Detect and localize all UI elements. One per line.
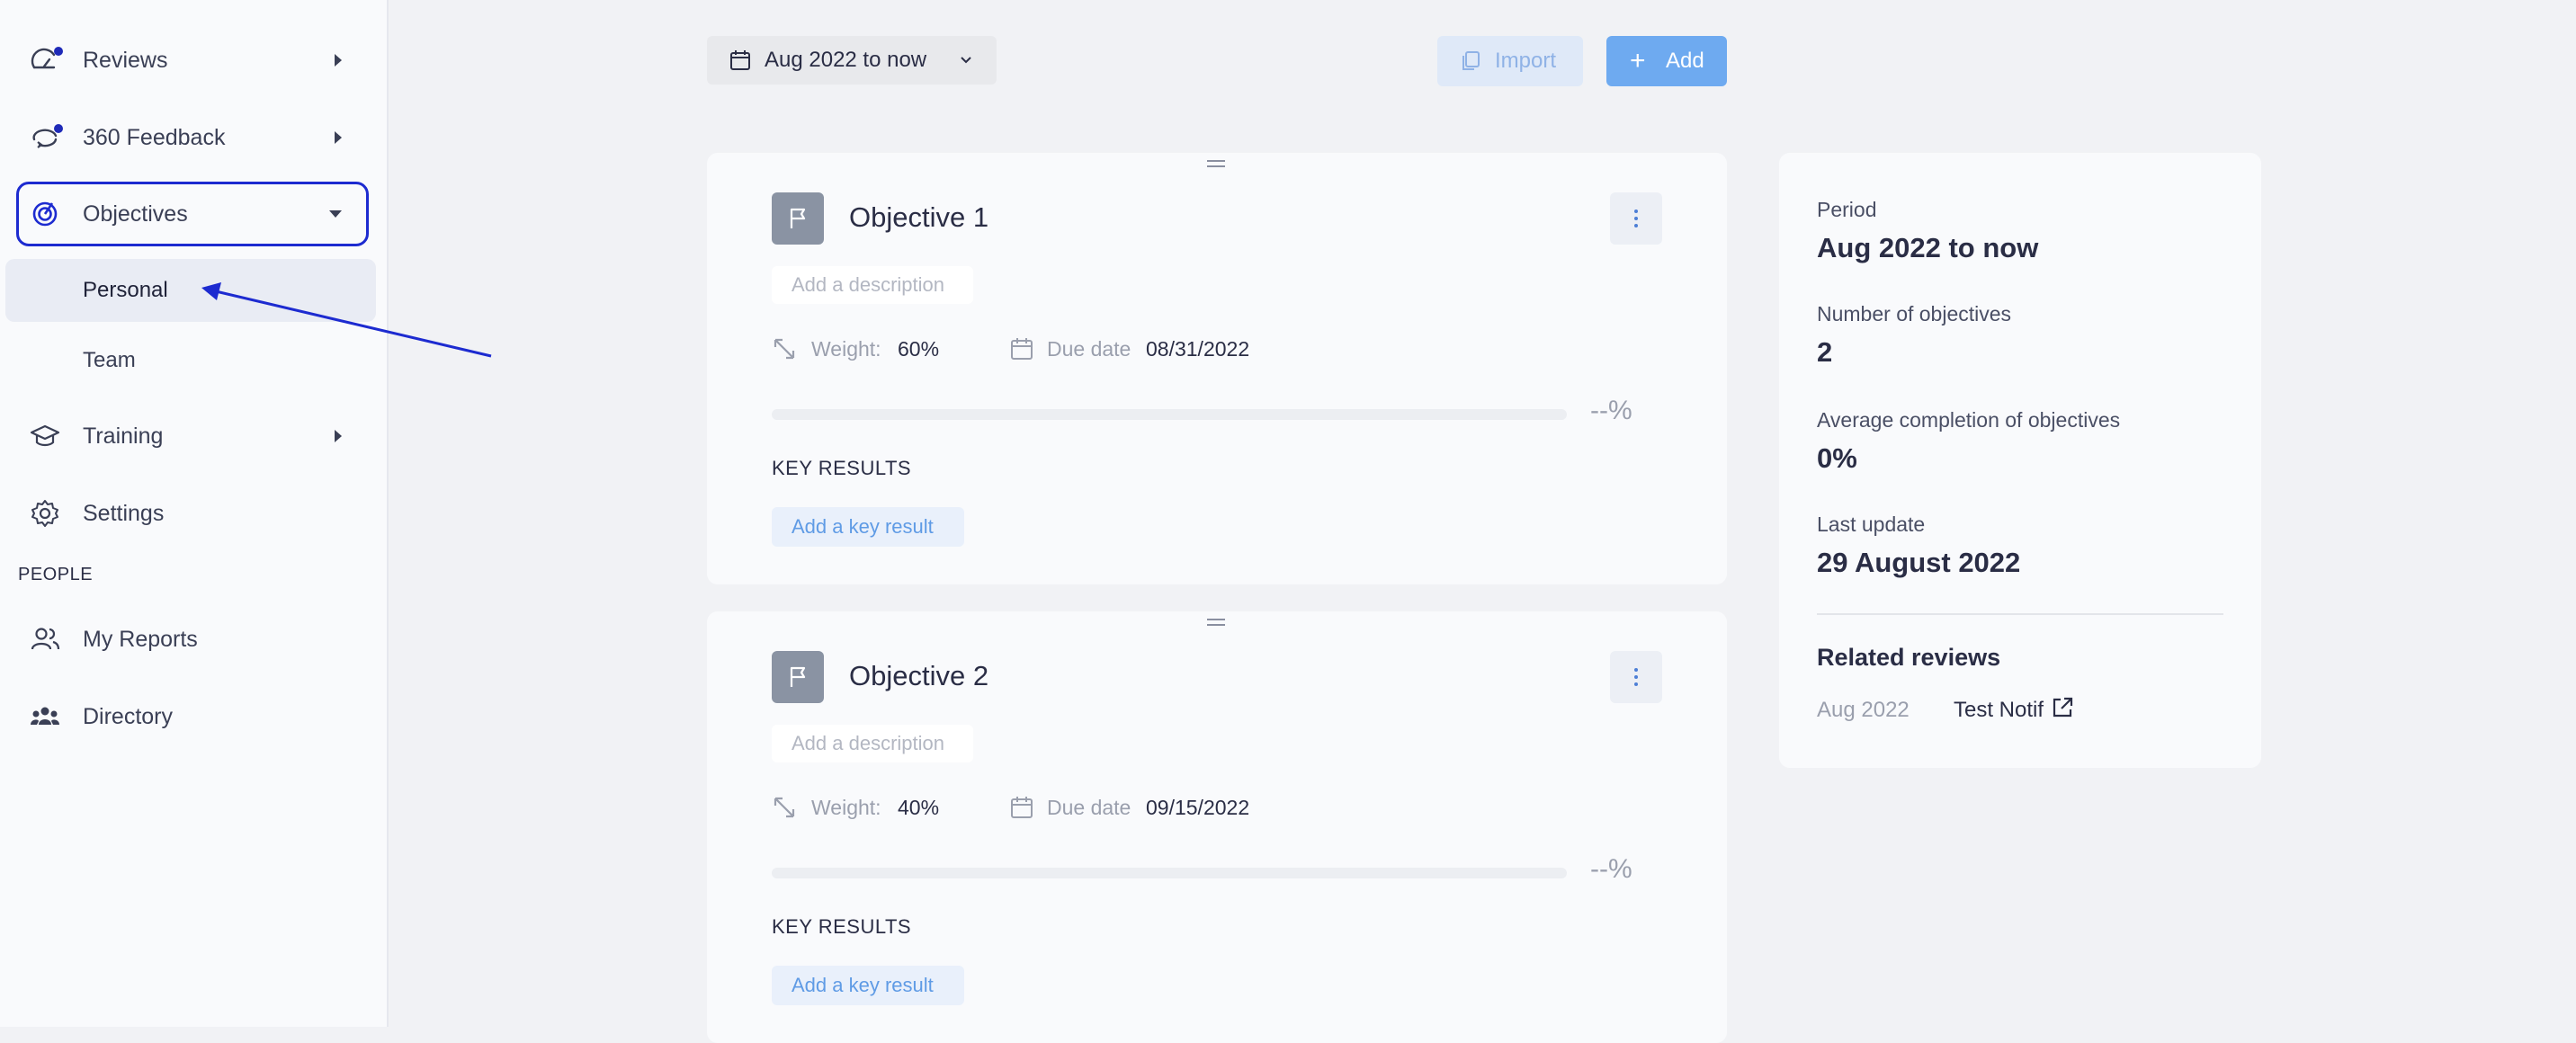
calendar-icon xyxy=(1011,797,1033,818)
gear-icon xyxy=(31,500,58,527)
sidebar-item-label: Training xyxy=(83,423,164,449)
kebab-dot xyxy=(1634,668,1638,672)
last-update-label: Last update xyxy=(1817,513,1926,536)
sidebar-item-label: Settings xyxy=(83,500,165,526)
period-label: Period xyxy=(1817,198,1877,221)
sidebar-item-label: My Reports xyxy=(83,626,198,652)
plus-icon: + xyxy=(1630,46,1646,76)
weight-label: Weight: xyxy=(811,337,881,361)
due-date-label: Due date xyxy=(1047,796,1131,819)
more-options-button[interactable] xyxy=(1610,651,1662,703)
kebab-dot xyxy=(1634,675,1638,679)
flag-icon xyxy=(790,666,806,687)
add-key-result-label: Add a key result xyxy=(792,515,934,538)
kebab-dot xyxy=(1634,224,1638,227)
sidebar-item-settings[interactable]: Settings xyxy=(16,484,369,543)
sidebar-item-training[interactable]: Training xyxy=(16,406,369,466)
external-link-icon[interactable] xyxy=(2051,696,2074,719)
sidebar-subitem-personal[interactable]: Personal xyxy=(5,259,376,322)
related-review-date: Aug 2022 xyxy=(1817,698,1910,722)
objective-title[interactable]: Objective 2 xyxy=(849,660,988,692)
sidebar-subitem-team[interactable]: Team xyxy=(5,329,376,392)
target-icon xyxy=(32,201,58,227)
calendar-icon xyxy=(730,50,750,70)
copy-icon xyxy=(1462,51,1480,70)
related-review-link[interactable]: Test Notif xyxy=(1954,698,2044,723)
users-icon xyxy=(31,628,60,650)
progress-bar xyxy=(772,868,1567,878)
caret-right-icon xyxy=(335,54,342,67)
key-results-heading: KEY RESULTS xyxy=(772,915,912,938)
kebab-dot xyxy=(1634,209,1638,213)
due-date-value[interactable]: 09/15/2022 xyxy=(1146,796,1249,820)
due-date-value[interactable]: 08/31/2022 xyxy=(1146,337,1249,361)
sidebar: Reviews 360 Feedback Objectives Personal… xyxy=(0,0,389,1027)
description-placeholder: Add a description xyxy=(792,732,944,754)
sidebar-subitem-label: Team xyxy=(83,348,136,372)
progress-bar xyxy=(772,409,1567,420)
description-field[interactable]: Add a description xyxy=(772,725,973,762)
add-button[interactable]: + Add xyxy=(1606,36,1727,86)
objective-flag-badge xyxy=(772,192,824,245)
group-icon xyxy=(31,707,59,725)
weight-value[interactable]: 40% xyxy=(898,796,939,820)
sidebar-item-label: Reviews xyxy=(83,47,168,73)
weight-label: Weight: xyxy=(811,796,881,819)
description-placeholder: Add a description xyxy=(792,273,944,296)
completion-value: 0% xyxy=(1817,442,1857,474)
objective-card[interactable]: Objective 2 Add a description Weight: 40… xyxy=(707,611,1727,1043)
objectives-summary-panel: Period Aug 2022 to now Number of objecti… xyxy=(1779,153,2261,768)
sidebar-item-label: Objectives xyxy=(83,201,188,227)
objectives-count-label: Number of objectives xyxy=(1817,302,2012,325)
weight-value[interactable]: 60% xyxy=(898,337,939,361)
drag-handle-icon[interactable] xyxy=(1207,619,1225,626)
period-selector[interactable]: Aug 2022 to now xyxy=(707,36,997,85)
sidebar-subitem-label: Personal xyxy=(83,278,168,302)
more-options-button[interactable] xyxy=(1610,192,1662,245)
kebab-dot xyxy=(1634,217,1638,220)
objectives-count-value: 2 xyxy=(1817,336,1833,368)
people-section-label: PEOPLE xyxy=(18,565,94,584)
objective-card[interactable]: Objective 1 Add a description Weight: 60… xyxy=(707,153,1727,584)
objective-flag-badge xyxy=(772,651,824,703)
progress-percent: --% xyxy=(1590,854,1632,884)
add-key-result-button[interactable]: Add a key result xyxy=(772,507,964,547)
sidebar-item-label: 360 Feedback xyxy=(83,124,226,150)
divider xyxy=(1817,613,2223,615)
period-selector-label: Aug 2022 to now xyxy=(765,48,927,72)
caret-down-icon xyxy=(329,210,342,218)
caret-right-icon xyxy=(335,430,342,442)
completion-label: Average completion of objectives xyxy=(1817,408,2121,432)
sidebar-item-directory[interactable]: Directory xyxy=(16,687,369,746)
notification-dot xyxy=(54,124,63,133)
resize-arrows-icon xyxy=(774,797,795,818)
progress-percent: --% xyxy=(1590,396,1632,425)
sidebar-item-objectives[interactable]: Objectives xyxy=(16,182,369,246)
sidebar-item-reviews[interactable]: Reviews xyxy=(16,31,369,90)
flag-icon xyxy=(790,208,806,228)
resize-arrows-icon xyxy=(774,338,795,360)
calendar-icon xyxy=(1011,338,1033,360)
sidebar-item-label: Directory xyxy=(83,703,174,729)
related-reviews-heading: Related reviews xyxy=(1817,644,2001,671)
notification-dot xyxy=(54,47,63,56)
caret-right-icon xyxy=(335,131,342,144)
add-key-result-label: Add a key result xyxy=(792,974,934,996)
key-results-heading: KEY RESULTS xyxy=(772,457,912,479)
kebab-dot xyxy=(1634,682,1638,686)
add-key-result-button[interactable]: Add a key result xyxy=(772,966,964,1005)
sidebar-item-my-reports[interactable]: My Reports xyxy=(16,610,369,669)
import-button[interactable]: Import xyxy=(1437,36,1583,86)
period-value: Aug 2022 to now xyxy=(1817,232,2039,263)
import-button-label: Import xyxy=(1495,49,1557,73)
last-update-value: 29 August 2022 xyxy=(1817,547,2021,578)
due-date-label: Due date xyxy=(1047,337,1131,361)
add-button-label: Add xyxy=(1666,49,1704,73)
graduation-cap-icon xyxy=(30,424,60,447)
drag-handle-icon[interactable] xyxy=(1207,160,1225,167)
chevron-down-icon xyxy=(961,57,971,64)
objective-title[interactable]: Objective 1 xyxy=(849,201,988,234)
description-field[interactable]: Add a description xyxy=(772,266,973,304)
sidebar-item-360-feedback[interactable]: 360 Feedback xyxy=(16,108,369,167)
